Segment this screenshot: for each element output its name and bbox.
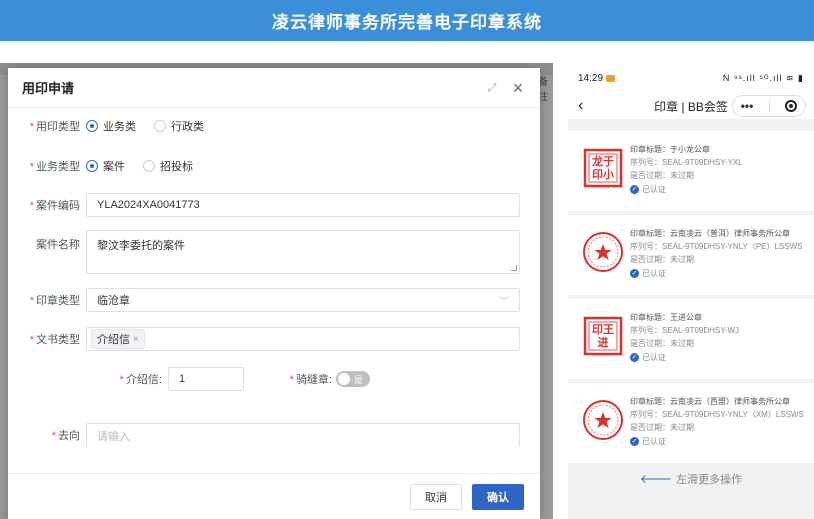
case-code-row: * 案件编码 YLA2024XA0041773 — [8, 193, 540, 217]
seal-use-type-label: 用印类型 — [36, 121, 80, 133]
check-circle-icon: ✓ — [630, 437, 639, 446]
seal-title: 印章标题：于小龙公章 — [630, 145, 710, 154]
round-seal-image — [582, 231, 624, 273]
radio-checked-icon — [86, 160, 98, 172]
seal-type-label: 印章类型 — [36, 295, 80, 307]
seal-card[interactable]: 印王 进 印章标题：王进公章序列号：SEAL-9T09DHSY-WJ 是否过期：未过… — [568, 299, 814, 379]
seal-expired: 是否过期：未过期 — [630, 255, 694, 264]
verified-badge: ✓ 已认证 — [630, 437, 666, 446]
case-code-label: 案件编码 — [36, 200, 80, 212]
radio-checked-icon — [86, 120, 98, 132]
business-type-label: 业务类型 — [36, 161, 80, 173]
case-name-label: 案件名称 — [36, 239, 80, 251]
mobile-preview: 14:29 N ⁹ˢ.ıll ⁵ᴳ.ıll ≋ ▮ ‹ 印章 | BB会签 ••… — [568, 63, 814, 519]
case-name-row: 案件名称 黎汶李委托的案件 — [8, 230, 540, 274]
seal-card[interactable]: 印章标题：云南凌云（普洱）律师事务所公章序列号：SEAL-9T09DHSY-YN… — [568, 215, 814, 295]
cancel-button[interactable]: 取消 — [410, 483, 462, 510]
seal-lettering: 印王 进 — [592, 323, 614, 349]
check-circle-icon: ✓ — [630, 269, 639, 278]
swipe-hint: 🡐 左滑更多操作 — [639, 472, 743, 486]
seal-lettering: 龙于 印小 — [592, 155, 614, 181]
seal-type-row: * 印章类型 临沧章 ﹀ — [8, 288, 540, 312]
check-circle-icon: ✓ — [630, 353, 639, 362]
radio-case[interactable]: 案件 — [86, 158, 125, 174]
app-banner: 凌云律师事务所完善电子印章系统 — [0, 0, 814, 41]
back-icon[interactable]: ‹ — [578, 97, 583, 115]
expand-icon[interactable]: ⤢ — [484, 80, 500, 96]
doc-type-row: * 文书类型 介绍信 × — [8, 327, 540, 351]
seal-card[interactable]: 龙于 印小 印章标题：于小龙公章序列号：SEAL-9T09DHSY-YXL 是否过期… — [568, 131, 814, 211]
business-type-row: * 业务类型 案件 招投标 — [8, 158, 540, 174]
radio-unchecked-icon — [154, 120, 166, 132]
seal-expired: 是否过期：未过期 — [630, 339, 694, 348]
doc-type-multiselect[interactable]: 介绍信 × — [86, 327, 520, 351]
seal-info: 印章标题：云南凌云（西盟）律师事务所公章序列号：SEAL-9T09DHSY-YN… — [630, 395, 804, 448]
case-code-input[interactable]: YLA2024XA0041773 — [86, 193, 520, 217]
banner-title: 凌云律师事务所完善电子印章系统 — [272, 13, 542, 32]
close-icon[interactable]: × — [510, 78, 526, 98]
seal-serial: 序列号：SEAL-9T09DHSY-YXL — [630, 158, 743, 167]
riding-seal-toggle[interactable]: 是 — [336, 371, 370, 387]
radio-admin[interactable]: 行政类 — [154, 118, 204, 134]
radio-unchecked-icon — [143, 160, 155, 172]
seal-expired: 是否过期：未过期 — [630, 171, 694, 180]
resize-handle-icon[interactable] — [511, 265, 517, 271]
radio-bidding[interactable]: 招投标 — [143, 158, 193, 174]
seal-serial: 序列号：SEAL-9T09DHSY-YNLY（PE）LSSWS — [630, 242, 803, 251]
seal-title: 印章标题：云南凌云（普洱）律师事务所公章 — [630, 229, 790, 238]
verified-badge: ✓ 已认证 — [630, 185, 666, 194]
round-seal-image — [582, 399, 624, 441]
riding-seal-label: 骑缝章: — [295, 374, 332, 386]
status-icons: N ⁹ˢ.ıll ⁵ᴳ.ıll ≋ ▮ — [722, 72, 804, 83]
chevron-down-icon: ﹀ — [499, 296, 509, 308]
toggle-knob — [338, 373, 350, 385]
intro-letter-input[interactable]: 1 — [168, 367, 244, 391]
case-name-textarea[interactable]: 黎汶李委托的案件 — [86, 230, 520, 274]
square-seal-image: 龙于 印小 — [582, 147, 624, 189]
square-seal-image: 印王 进 — [582, 315, 624, 357]
dialog-title: 用印申请 — [22, 81, 75, 96]
dialog-footer: 取消 确认 — [8, 473, 540, 519]
mini-program-nav: ‹ 印章 | BB会签 ••• — [568, 93, 814, 119]
verified-badge: ✓ 已认证 — [630, 269, 666, 278]
more-icon[interactable]: ••• — [741, 99, 754, 113]
check-circle-icon: ✓ — [630, 185, 639, 194]
tag-close-icon[interactable]: × — [133, 334, 139, 345]
seal-info: 印章标题：云南凌云（普洱）律师事务所公章序列号：SEAL-9T09DHSY-YN… — [630, 227, 803, 280]
seal-expired: 是否过期：未过期 — [630, 423, 694, 432]
dialog-header: 用印申请 ⤢ × — [8, 68, 540, 108]
backdrop-column-remark: 备注 — [538, 77, 548, 103]
radio-business[interactable]: 业务类 — [86, 118, 136, 134]
seal-type-select[interactable]: 临沧章 ﹀ — [86, 288, 520, 312]
seal-application-dialog: 用印申请 ⤢ × * 用印类型 业务类 行政类 * 业务类型 案件 招投标 * 案件编… — [8, 68, 540, 519]
destination-row: * 去向 请输入 — [8, 423, 540, 447]
intro-letter-label: 介绍信: — [125, 374, 162, 386]
seal-use-type-row: * 用印类型 业务类 行政类 — [8, 118, 540, 134]
notification-badge-icon — [606, 74, 616, 82]
seal-serial: 序列号：SEAL-9T09DHSY-YNLY（XM）LSSWS — [630, 410, 804, 419]
close-miniprogram-icon[interactable] — [785, 100, 798, 112]
destination-input[interactable]: 请输入 — [86, 423, 520, 447]
seal-serial: 序列号：SEAL-9T09DHSY-WJ — [630, 326, 740, 335]
verified-badge: ✓ 已认证 — [630, 353, 666, 362]
seal-info: 印章标题：王进公章序列号：SEAL-9T09DHSY-WJ 是否过期：未过期 ✓ 已认… — [630, 311, 739, 364]
seal-title: 印章标题：云南凌云（西盟）律师事务所公章 — [630, 397, 790, 406]
status-time: 14:29 — [578, 72, 604, 84]
capsule-menu: ••• — [732, 95, 806, 117]
seal-card[interactable]: 印章标题：云南凌云（西盟）律师事务所公章序列号：SEAL-9T09DHSY-YN… — [568, 383, 814, 463]
seal-title: 印章标题：王进公章 — [630, 313, 702, 322]
doc-type-tag: 介绍信 × — [91, 329, 145, 349]
destination-label: 去向 — [58, 430, 80, 442]
seal-info: 印章标题：于小龙公章序列号：SEAL-9T09DHSY-YXL 是否过期：未过期 ✓… — [630, 143, 743, 196]
doc-type-label: 文书类型 — [36, 334, 80, 346]
arrow-left-icon: 🡐 — [639, 472, 673, 486]
intro-letter-row: * 介绍信: 1 * 骑缝章: 是 — [8, 367, 540, 391]
confirm-button[interactable]: 确认 — [472, 483, 524, 510]
phone-status-bar: 14:29 N ⁹ˢ.ıll ⁵ᴳ.ıll ≋ ▮ — [568, 63, 814, 93]
